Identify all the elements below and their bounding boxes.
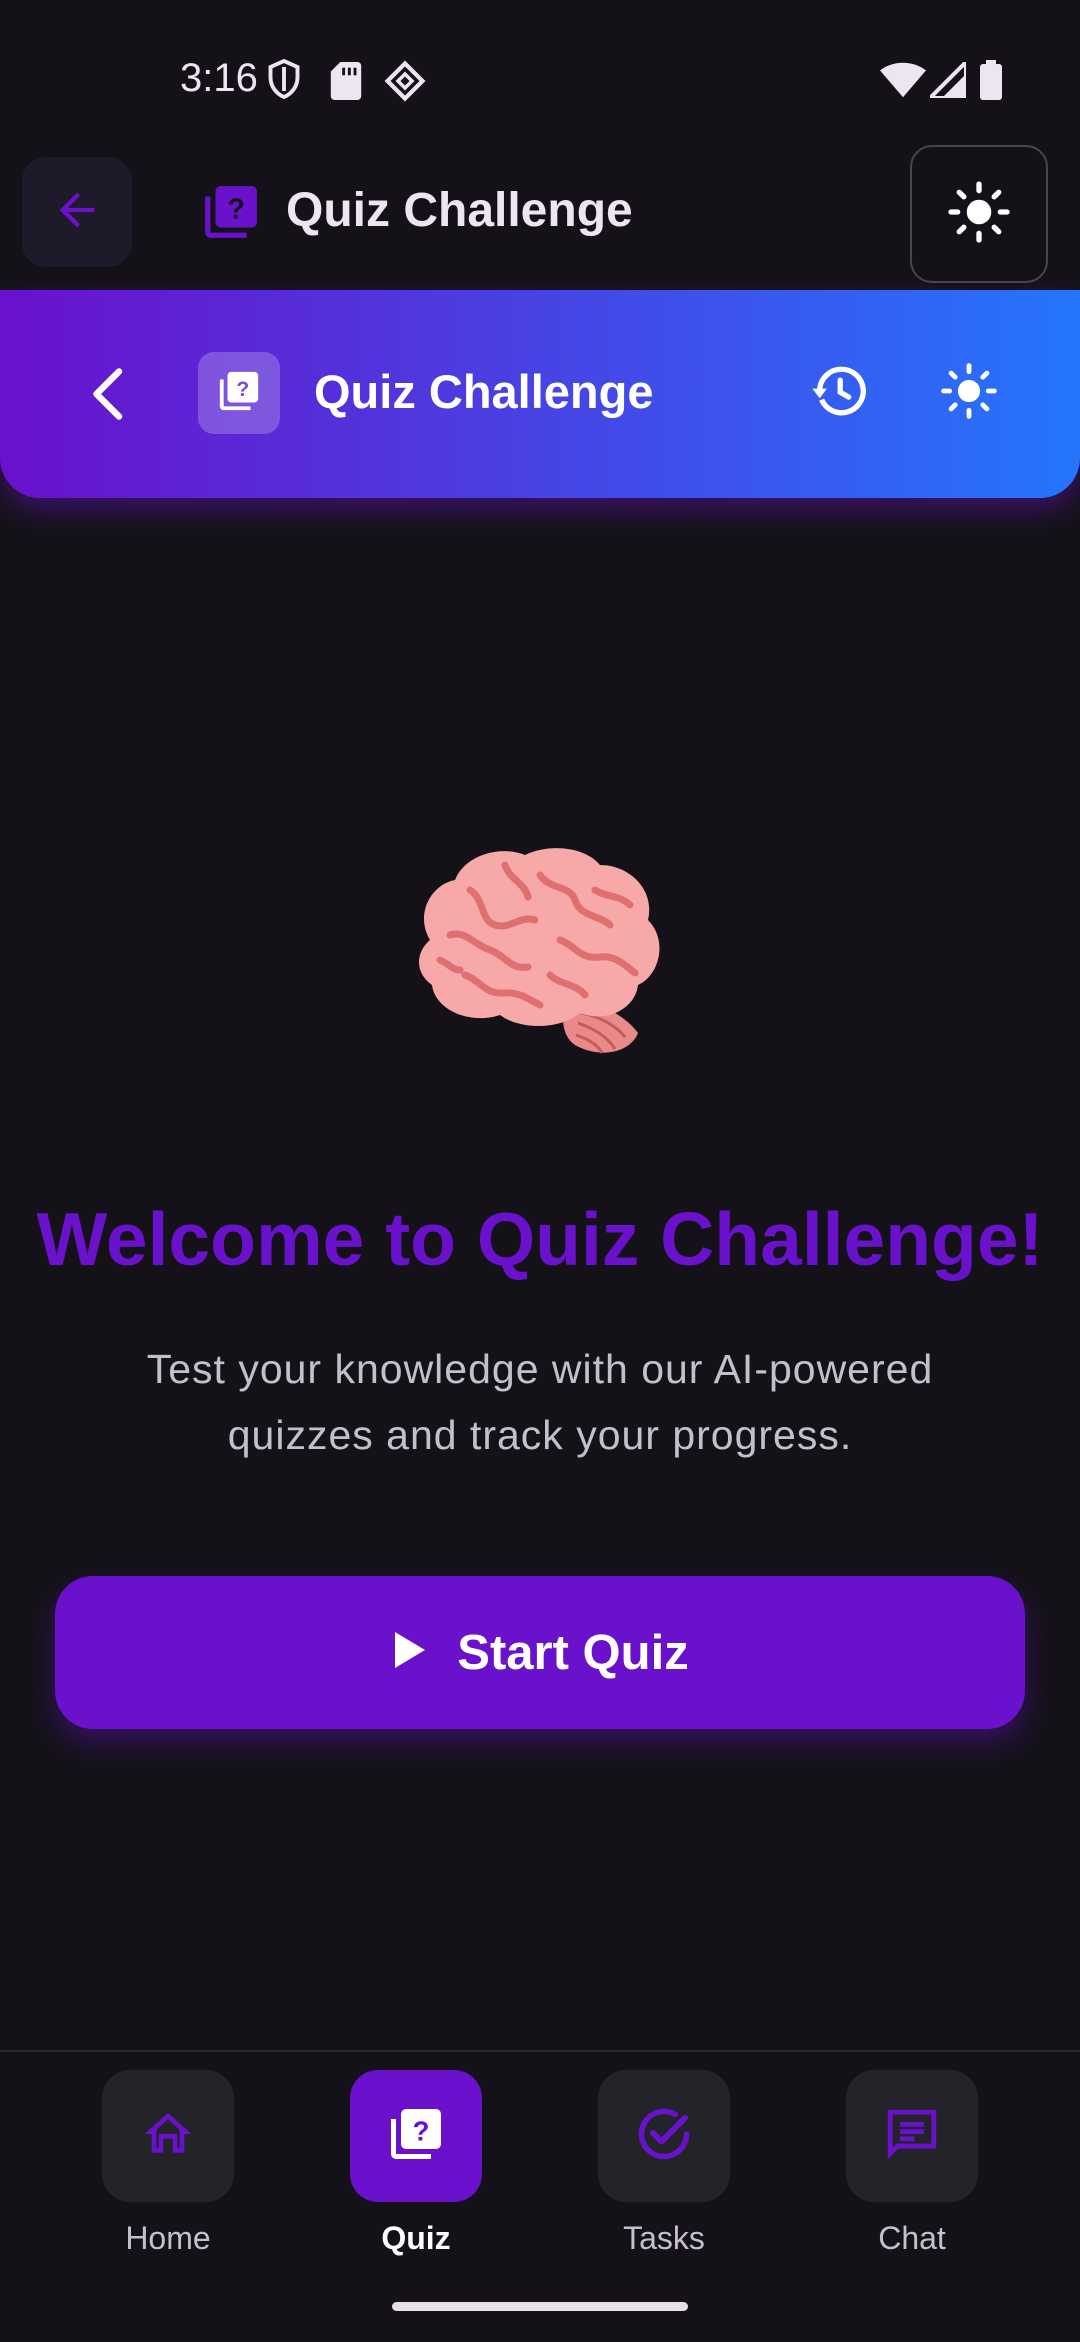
check-circle-icon [634, 2104, 694, 2169]
subtitle-line-1: Test your knowledge with our AI-powered [146, 1346, 934, 1392]
start-quiz-button[interactable]: Start Quiz [55, 1576, 1025, 1729]
app-icon [384, 60, 426, 107]
chat-icon [883, 2105, 941, 2168]
battery-icon [980, 60, 1002, 105]
nav-item-tasks[interactable]: Tasks [564, 2070, 764, 2270]
start-quiz-label: Start Quiz [457, 1625, 689, 1680]
nav-label-chat: Chat [878, 2220, 946, 2256]
svg-text:?: ? [413, 2115, 430, 2146]
back-button[interactable] [22, 157, 132, 267]
subtitle-line-2: quizzes and track your progress. [227, 1412, 853, 1458]
wifi-icon [880, 62, 926, 103]
nav-tasks-icon-box [598, 2070, 730, 2202]
quiz-icon: ? [216, 368, 262, 419]
sun-icon[interactable] [940, 362, 998, 425]
svg-text:?: ? [236, 377, 249, 400]
status-bar: 3:16 [0, 0, 1080, 150]
play-icon [391, 1630, 427, 1675]
welcome-title: Welcome to Quiz Challenge! [36, 1197, 1044, 1281]
welcome-subtitle: Test your knowledge with our AI-powered … [90, 1336, 990, 1468]
theme-toggle-button[interactable] [910, 145, 1048, 283]
nav-item-quiz[interactable]: ? Quiz [316, 2070, 516, 2270]
nav-home-icon-box [102, 2070, 234, 2202]
signal-icon [925, 57, 968, 103]
nav-quiz-icon-box: ? [350, 2070, 482, 2202]
nav-label-quiz: Quiz [381, 2220, 451, 2256]
quiz-icon: ? [386, 2104, 446, 2169]
home-icon [140, 2106, 196, 2167]
nav-item-home[interactable]: Home [68, 2070, 268, 2270]
gesture-navigation-bar[interactable] [392, 2302, 688, 2311]
top-app-bar: ? Quiz Challenge [0, 145, 1080, 285]
nav-item-chat[interactable]: Chat [812, 2070, 1012, 2270]
gradient-header: ? Quiz Challenge [0, 290, 1080, 498]
history-icon[interactable] [810, 362, 868, 425]
nav-label-home: Home [125, 2220, 211, 2256]
bottom-navigation: Home ? Quiz Tasks Chat [0, 2050, 1080, 2342]
svg-text:?: ? [227, 193, 244, 225]
nav-label-tasks: Tasks [623, 2220, 705, 2256]
quiz-icon: ? [200, 181, 262, 248]
app-bar-title: Quiz Challenge [286, 184, 633, 237]
arrow-back-icon [51, 184, 103, 241]
nav-chat-icon-box [846, 2070, 978, 2202]
sd-card-icon [330, 62, 362, 105]
header-title: Quiz Challenge [314, 365, 654, 418]
shield-icon [266, 58, 302, 105]
brain-illustration [410, 845, 670, 1060]
sun-icon [947, 180, 1011, 249]
chevron-left-icon[interactable] [86, 364, 132, 429]
status-time: 3:16 [180, 56, 258, 100]
header-quiz-icon-box: ? [198, 352, 280, 434]
